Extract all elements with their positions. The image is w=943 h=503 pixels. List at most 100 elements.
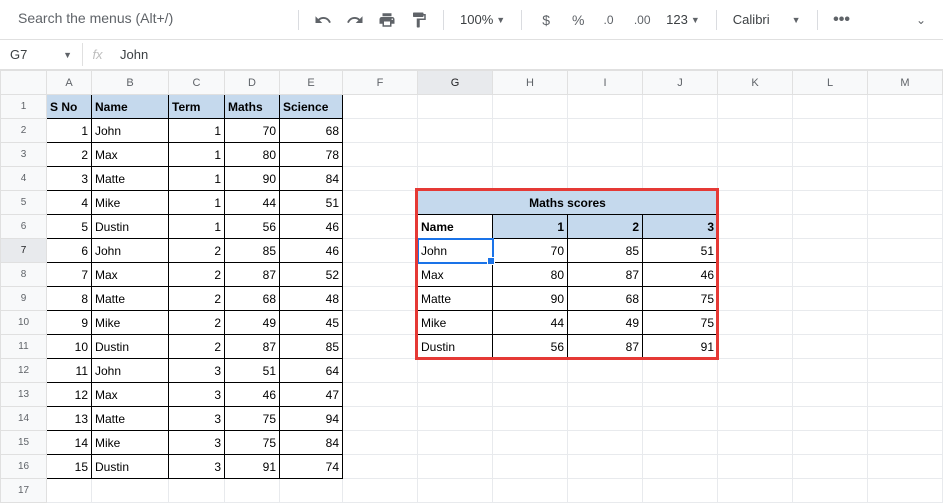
cell-D15[interactable]: 75 [225,431,280,455]
cell-A11[interactable]: 10 [47,335,92,359]
cell-E16[interactable]: 74 [280,455,343,479]
cell-E13[interactable]: 47 [280,383,343,407]
cell-D3[interactable]: 80 [225,143,280,167]
cell-empty[interactable] [643,455,718,479]
cell-empty[interactable] [793,407,868,431]
cell-empty[interactable] [718,335,793,359]
cell-A16[interactable]: 15 [47,455,92,479]
cell-empty[interactable] [793,431,868,455]
cell-empty[interactable] [868,335,943,359]
more-tools-button[interactable]: ••• [828,6,856,34]
col-header-B[interactable]: B [92,71,169,95]
col-header-M[interactable]: M [868,71,943,95]
cell-C1[interactable]: Term [169,95,225,119]
cell-empty[interactable] [793,215,868,239]
row-header-15[interactable]: 15 [1,431,47,455]
cell-empty[interactable] [568,431,643,455]
cell-empty[interactable] [225,479,280,503]
row-header-8[interactable]: 8 [1,263,47,287]
cell-empty[interactable] [793,287,868,311]
row-header-1[interactable]: 1 [1,95,47,119]
cell-empty[interactable] [718,191,793,215]
cell-E7[interactable]: 46 [280,239,343,263]
cell-empty[interactable] [718,407,793,431]
number-format-select[interactable]: 123▼ [660,8,706,31]
cell-empty[interactable] [718,215,793,239]
cell-E8[interactable]: 52 [280,263,343,287]
col-header-H[interactable]: H [493,71,568,95]
cell-D7[interactable]: 85 [225,239,280,263]
cell-I10[interactable]: 49 [568,311,643,335]
col-header-E[interactable]: E [280,71,343,95]
cell-J10[interactable]: 75 [643,311,718,335]
undo-button[interactable] [309,6,337,34]
cell-B6[interactable]: Dustin [92,215,169,239]
cell-E9[interactable]: 48 [280,287,343,311]
cell-empty[interactable] [568,359,643,383]
cell-empty[interactable] [493,95,568,119]
cell-A7[interactable]: 6 [47,239,92,263]
cell-F13[interactable] [343,383,418,407]
cell-D6[interactable]: 56 [225,215,280,239]
cell-A1[interactable]: S No [47,95,92,119]
cell-empty[interactable] [568,455,643,479]
print-button[interactable] [373,6,401,34]
cell-empty[interactable] [868,311,943,335]
cell-D11[interactable]: 87 [225,335,280,359]
cell-B3[interactable]: Max [92,143,169,167]
cell-F14[interactable] [343,407,418,431]
cell-A13[interactable]: 12 [47,383,92,407]
cell-empty[interactable] [643,359,718,383]
cell-D8[interactable]: 87 [225,263,280,287]
cell-C10[interactable]: 2 [169,311,225,335]
cell-C11[interactable]: 2 [169,335,225,359]
cell-empty[interactable] [418,455,493,479]
row-header-6[interactable]: 6 [1,215,47,239]
cell-B2[interactable]: John [92,119,169,143]
cell-G7[interactable]: John [418,239,493,263]
cell-G11[interactable]: Dustin [418,335,493,359]
cell-empty[interactable] [868,215,943,239]
cell-empty[interactable] [418,383,493,407]
cell-empty[interactable] [793,311,868,335]
cell-empty[interactable] [418,167,493,191]
cell-B4[interactable]: Matte [92,167,169,191]
pivot-name-hdr[interactable]: Name [418,215,493,239]
cell-empty[interactable] [643,167,718,191]
cell-C4[interactable]: 1 [169,167,225,191]
cell-empty[interactable] [493,431,568,455]
cell-empty[interactable] [868,455,943,479]
cell-empty[interactable] [718,287,793,311]
cell-D9[interactable]: 68 [225,287,280,311]
cell-empty[interactable] [868,191,943,215]
cell-A2[interactable]: 1 [47,119,92,143]
cell-D4[interactable]: 90 [225,167,280,191]
cell-empty[interactable] [643,479,718,503]
cell-E14[interactable]: 94 [280,407,343,431]
cell-empty[interactable] [343,479,418,503]
cell-A8[interactable]: 7 [47,263,92,287]
percent-button[interactable]: % [564,6,592,34]
row-header-12[interactable]: 12 [1,359,47,383]
cell-empty[interactable] [493,167,568,191]
cell-empty[interactable] [718,263,793,287]
cell-empty[interactable] [793,383,868,407]
cell-empty[interactable] [568,407,643,431]
col-header-C[interactable]: C [169,71,225,95]
cell-empty[interactable] [493,479,568,503]
cell-empty[interactable] [718,455,793,479]
cell-empty[interactable] [868,239,943,263]
cell-E12[interactable]: 64 [280,359,343,383]
cell-empty[interactable] [868,167,943,191]
cell-C12[interactable]: 3 [169,359,225,383]
cell-E4[interactable]: 84 [280,167,343,191]
cell-D12[interactable]: 51 [225,359,280,383]
cell-empty[interactable] [493,119,568,143]
cell-empty[interactable] [868,407,943,431]
cell-D1[interactable]: Maths [225,95,280,119]
cell-C14[interactable]: 3 [169,407,225,431]
cell-empty[interactable] [280,479,343,503]
col-header-I[interactable]: I [568,71,643,95]
cell-B13[interactable]: Max [92,383,169,407]
cell-F16[interactable] [343,455,418,479]
